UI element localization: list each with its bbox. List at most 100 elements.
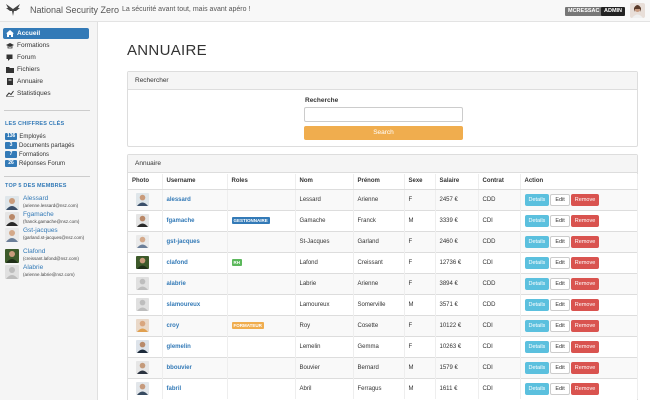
username-link[interactable]: alabrie: [162, 272, 228, 294]
salaire-cell: 2457 €: [435, 188, 479, 210]
avatar: [136, 340, 149, 353]
member-email: (creissant.lafond@nsz.com): [23, 256, 79, 261]
search-label: Recherche: [305, 97, 339, 104]
details-button[interactable]: Details: [524, 319, 550, 332]
nom-cell: Roy: [295, 314, 354, 336]
photo-cell: [128, 356, 163, 378]
member-email: (franck.gamache@nsz.com): [23, 219, 80, 224]
edit-button[interactable]: Edit: [550, 235, 570, 248]
sexe-cell: M: [404, 356, 436, 378]
remove-button[interactable]: Remove: [570, 340, 600, 353]
sidebar-item-label: Annuaire: [17, 78, 44, 85]
username-link[interactable]: alessard: [162, 188, 228, 210]
details-button[interactable]: Details: [524, 277, 550, 290]
remove-button[interactable]: Remove: [570, 382, 600, 395]
details-button[interactable]: Details: [524, 382, 550, 395]
divider: [4, 110, 90, 111]
details-button[interactable]: Details: [524, 298, 550, 311]
sidebar-item-formations[interactable]: Formations: [3, 40, 89, 51]
details-button[interactable]: Details: [524, 256, 550, 269]
remove-button[interactable]: Remove: [570, 256, 600, 269]
remove-button[interactable]: Remove: [570, 277, 600, 290]
member-item[interactable]: Gst-jacques (garland.st-jacques@nsz.com): [5, 227, 95, 242]
username-link[interactable]: fgamache: [162, 209, 228, 231]
member-name[interactable]: Fgamache: [23, 211, 54, 218]
member-item[interactable]: Alabrie (arienne.labrie@nsz.com): [5, 264, 95, 279]
role-badge: FORMATEUR: [231, 322, 264, 329]
salaire-cell: 3894 €: [435, 272, 479, 294]
table-row: gst-jacques St-Jacques Garland F 2460 € CDD De…: [128, 230, 638, 252]
edit-button[interactable]: Edit: [550, 319, 570, 332]
column-header[interactable]: Roles: [227, 174, 296, 190]
stat-count: 136: [5, 133, 18, 140]
search-button[interactable]: Search: [304, 126, 463, 140]
stat-documents: 3 Documents partagés: [5, 142, 74, 150]
edit-button[interactable]: Edit: [550, 361, 570, 374]
search-input[interactable]: [304, 107, 463, 122]
folder-icon: [6, 67, 14, 73]
chat-icon: [6, 54, 13, 61]
edit-button[interactable]: Edit: [550, 193, 570, 206]
brand-name[interactable]: National Security Zero: [30, 5, 119, 15]
avatar: [136, 277, 149, 290]
edit-button[interactable]: Edit: [550, 298, 570, 311]
member-name[interactable]: Alabrie: [23, 264, 43, 271]
username-link[interactable]: glemelin: [162, 335, 228, 357]
username-badge[interactable]: MCRESSAC: [565, 7, 603, 16]
directory-panel-title: Annuaire: [128, 155, 637, 173]
remove-button[interactable]: Remove: [570, 319, 600, 332]
details-button[interactable]: Details: [524, 193, 550, 206]
remove-button[interactable]: Remove: [570, 298, 600, 311]
edit-button[interactable]: Edit: [550, 214, 570, 227]
eagle-logo-icon[interactable]: [6, 4, 20, 16]
username-link[interactable]: gst-jacques: [162, 230, 228, 252]
edit-button[interactable]: Edit: [550, 256, 570, 269]
remove-button[interactable]: Remove: [570, 214, 600, 227]
member-item[interactable]: Fgamache (franck.gamache@nsz.com): [5, 211, 95, 226]
details-button[interactable]: Details: [524, 235, 550, 248]
nom-cell: Lafond: [295, 251, 354, 273]
avatar: [5, 249, 19, 263]
column-header[interactable]: Username: [162, 174, 228, 190]
details-button[interactable]: Details: [524, 361, 550, 374]
avatar: [5, 228, 19, 242]
table-row: fabril Abril Ferragus M 1611 € CDI Details Edit…: [128, 377, 638, 399]
nom-cell: St-Jacques: [295, 230, 354, 252]
remove-button[interactable]: Remove: [570, 235, 600, 248]
sidebar-item-accueil[interactable]: Accueil: [3, 28, 89, 39]
username-link[interactable]: croy: [162, 314, 228, 336]
member-name[interactable]: Gst-jacques: [23, 227, 58, 234]
member-name[interactable]: Clafond: [23, 248, 45, 255]
username-link[interactable]: bbouvier: [162, 356, 228, 378]
column-header[interactable]: Sexe: [404, 174, 436, 190]
column-header[interactable]: Prénom: [353, 174, 405, 190]
details-button[interactable]: Details: [524, 340, 550, 353]
member-name[interactable]: Alessard: [23, 195, 48, 202]
edit-button[interactable]: Edit: [550, 340, 570, 353]
member-item[interactable]: Alessard (arienne.lessard@nsz.com): [5, 195, 95, 210]
avatar: [136, 361, 149, 374]
sidebar-item-fichiers[interactable]: Fichiers: [3, 64, 89, 75]
column-header[interactable]: Salaire: [435, 174, 479, 190]
sidebar-item-annuaire[interactable]: Annuaire: [3, 76, 89, 87]
member-item[interactable]: Clafond (creissant.lafond@nsz.com): [5, 248, 95, 263]
details-button[interactable]: Details: [524, 214, 550, 227]
user-avatar[interactable]: [630, 3, 645, 18]
remove-button[interactable]: Remove: [570, 361, 600, 374]
stat-forum: 26 Réponses Forum: [5, 160, 65, 168]
username-link[interactable]: slamoureux: [162, 293, 228, 315]
column-header[interactable]: Photo: [128, 174, 163, 190]
salaire-cell: 10122 €: [435, 314, 479, 336]
edit-button[interactable]: Edit: [550, 382, 570, 395]
column-header[interactable]: Nom: [295, 174, 354, 190]
username-link[interactable]: fabril: [162, 377, 228, 399]
remove-button[interactable]: Remove: [570, 193, 600, 206]
sidebar-item-statistiques[interactable]: Statistiques: [3, 88, 89, 99]
column-header[interactable]: Contrat: [478, 174, 521, 190]
edit-button[interactable]: Edit: [550, 277, 570, 290]
username-link[interactable]: clafond: [162, 251, 228, 273]
column-header[interactable]: Action: [520, 174, 638, 190]
sidebar-item-forum[interactable]: Forum: [3, 52, 89, 63]
nom-cell: Lessard: [295, 188, 354, 210]
stat-label: Réponses Forum: [19, 161, 66, 167]
